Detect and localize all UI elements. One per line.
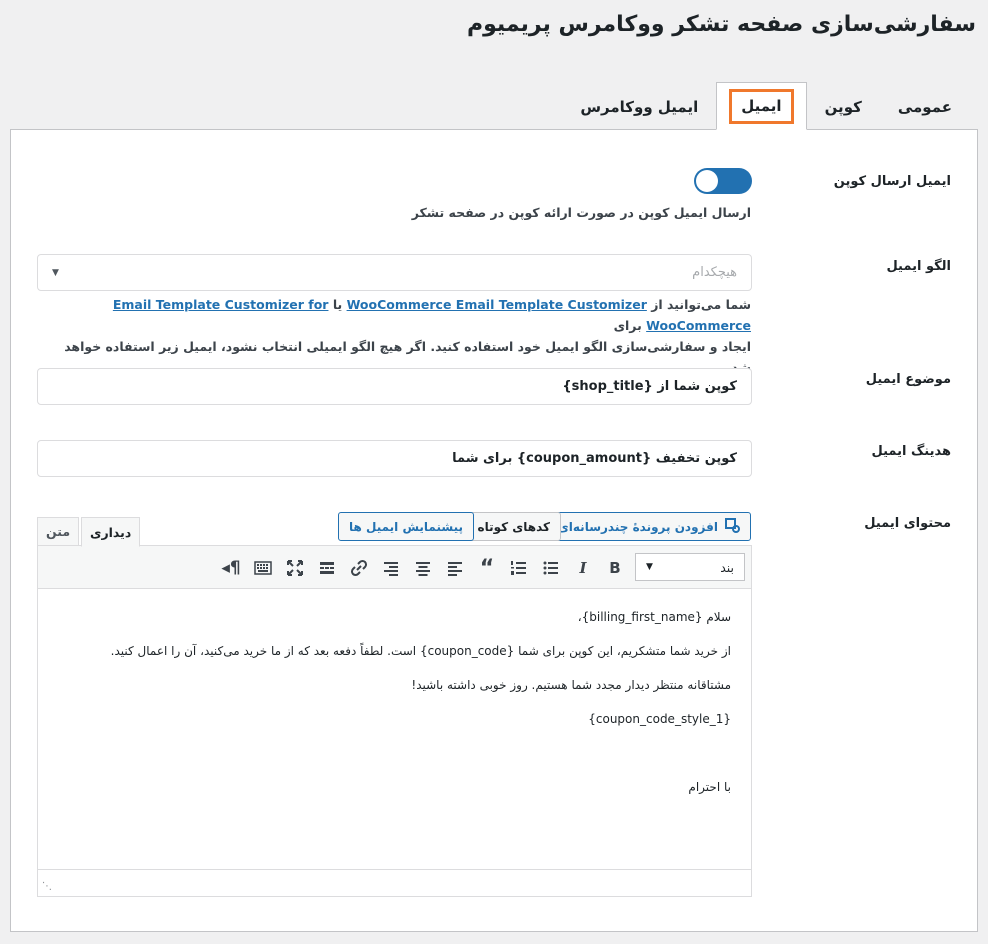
editor-content[interactable]: سلام {billing_first_name}، از خرید شما م… bbox=[38, 589, 751, 795]
chevron-down-icon: ▼ bbox=[646, 562, 653, 572]
desc-mid: برای bbox=[613, 318, 642, 333]
toolbar-toggle-icon[interactable] bbox=[251, 556, 275, 580]
tab-email-label: ایمیل bbox=[729, 88, 794, 124]
email-content-label: محتوای ایمیل bbox=[864, 516, 951, 531]
editor-statusbar: ⋰ bbox=[38, 869, 751, 896]
read-more-icon[interactable] bbox=[315, 556, 339, 580]
description-line-1: شما می‌توانید از WooCommerce Email Templ… bbox=[36, 294, 751, 336]
email-template-select[interactable]: هیچکدام ▼ bbox=[37, 254, 752, 291]
email-template-value: هیچکدام bbox=[692, 265, 737, 280]
settings-panel: ایمیل ارسال کوپن ارسال ایمیل کوپن در صور… bbox=[10, 129, 978, 932]
text-direction-icon[interactable]: ¶◂ bbox=[219, 556, 243, 580]
shortcodes-button[interactable]: کدهای کوتاه bbox=[466, 512, 561, 541]
fullscreen-icon[interactable] bbox=[283, 556, 307, 580]
content-paragraph: {coupon_code_style_1} bbox=[588, 712, 731, 726]
content-paragraph: مشتاقانه منتظر دیدار مجدد شما هستیم. روز… bbox=[411, 678, 731, 692]
align-right-icon[interactable] bbox=[379, 556, 403, 580]
blockquote-icon[interactable]: “ bbox=[475, 556, 499, 581]
content-paragraph: با احترام bbox=[688, 780, 731, 794]
resize-handle-icon[interactable]: ⋰ bbox=[42, 881, 52, 892]
add-media-label: افزودن پروندهٔ چندرسانه‌ای bbox=[557, 519, 718, 534]
tab-email[interactable]: ایمیل bbox=[716, 82, 807, 130]
add-media-button[interactable]: افزودن پروندهٔ چندرسانه‌ای bbox=[546, 512, 751, 541]
tab-woocommerce-email[interactable]: ایمیل ووکامرس bbox=[562, 84, 716, 130]
page-title: سفارشی‌سازی صفحه تشکر ووکامرس پریمیوم bbox=[467, 12, 976, 37]
link-email-template-customizer[interactable]: WooCommerce Email Template Customizer bbox=[347, 297, 647, 312]
content-paragraph bbox=[58, 745, 731, 761]
coupon-email-description: ارسال ایمیل کوپن در صورت ارائه کوپن در ص… bbox=[411, 205, 751, 220]
email-heading-label: هدینگ ایمیل bbox=[871, 444, 951, 459]
tab-general[interactable]: عمومی bbox=[880, 84, 970, 130]
toggle-knob bbox=[696, 170, 718, 192]
bold-icon[interactable]: B bbox=[603, 556, 627, 580]
chevron-down-icon: ▼ bbox=[52, 267, 59, 278]
link-icon[interactable] bbox=[347, 556, 371, 580]
content-paragraph: سلام {billing_first_name}، bbox=[577, 610, 731, 624]
email-template-label: الگو ایمیل bbox=[886, 259, 951, 274]
preview-email-button[interactable]: پیشنمایش ایمیل ها bbox=[338, 512, 474, 541]
format-select-value: بند bbox=[720, 559, 734, 575]
content-paragraph: از خرید شما متشکریم، این کوپن برای شما {… bbox=[110, 644, 731, 658]
settings-tabs: عمومی کوپن ایمیل ایمیل ووکامرس bbox=[562, 82, 970, 130]
desc-prefix: شما می‌توانید از bbox=[651, 297, 751, 312]
bullet-list-icon[interactable] bbox=[539, 556, 563, 580]
align-left-icon[interactable] bbox=[443, 556, 467, 580]
media-icon bbox=[724, 517, 740, 536]
email-subject-label: موضوع ایمیل bbox=[865, 372, 951, 387]
align-center-icon[interactable] bbox=[411, 556, 435, 580]
desc-or: یا bbox=[332, 297, 343, 312]
email-heading-input[interactable] bbox=[37, 440, 752, 477]
email-content-editor[interactable]: بند ▼ B I “ ¶◂ سلام {billing_first_name}… bbox=[37, 545, 752, 897]
editor-tab-text[interactable]: متن bbox=[37, 517, 80, 546]
editor-toolbar: بند ▼ B I “ ¶◂ bbox=[38, 546, 751, 589]
italic-icon[interactable]: I bbox=[571, 556, 595, 580]
email-subject-input[interactable] bbox=[37, 368, 752, 405]
coupon-email-label: ایمیل ارسال کوپن bbox=[833, 174, 951, 189]
format-select[interactable]: بند ▼ bbox=[635, 553, 745, 581]
email-template-description: شما می‌توانید از WooCommerce Email Templ… bbox=[36, 294, 751, 378]
editor-tab-visual[interactable]: دیداری bbox=[81, 517, 141, 547]
coupon-email-toggle[interactable] bbox=[694, 168, 752, 194]
numbered-list-icon[interactable] bbox=[507, 556, 531, 580]
tab-coupon[interactable]: کوپن bbox=[807, 84, 880, 130]
